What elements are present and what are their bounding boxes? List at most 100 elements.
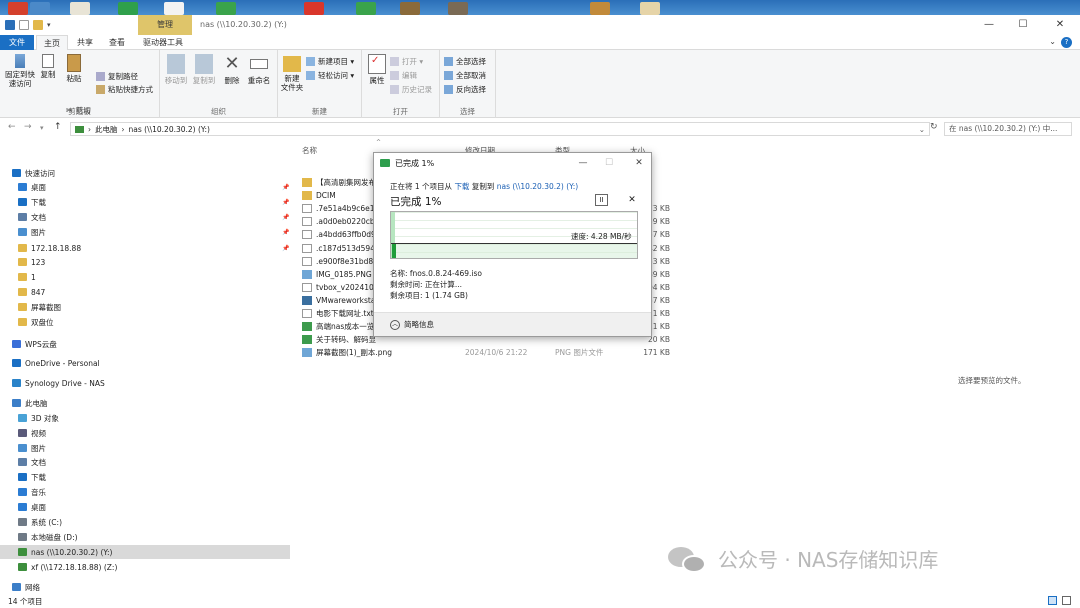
tab-manage[interactable]: 管理 — [138, 15, 192, 35]
forward-button[interactable]: → — [24, 122, 32, 132]
desktop-shortcut-icon[interactable] — [356, 2, 376, 15]
desktop-shortcut-icon[interactable] — [640, 2, 660, 15]
edit-button[interactable]: 编辑 — [390, 70, 417, 81]
easy-access-button[interactable]: 轻松访问 ▾ — [306, 70, 354, 81]
nav-item-icon — [18, 213, 27, 221]
dialog-minimize-button[interactable]: — — [572, 153, 594, 173]
desktop-shortcut-icon[interactable] — [8, 2, 28, 15]
rename-button[interactable]: 重命名 — [246, 54, 272, 85]
nav-item[interactable]: OneDrive - Personal — [0, 356, 290, 370]
destination-link[interactable]: nas (\\10.20.30.2) (Y:) — [497, 182, 578, 191]
up-button[interactable]: ↑ — [54, 122, 62, 132]
large-icons-view-icon[interactable] — [1062, 596, 1071, 605]
nav-item[interactable]: 172.18.18.88 📌 — [0, 241, 290, 255]
nav-item[interactable]: 下载 📌 — [0, 195, 290, 209]
nav-item[interactable]: 下载 — [0, 470, 290, 484]
nav-item[interactable]: 图片 📌 — [0, 225, 290, 239]
paste-button[interactable]: 粘贴 — [62, 54, 86, 83]
desktop-shortcut-icon[interactable] — [118, 2, 138, 15]
desktop-shortcut-icon[interactable] — [448, 2, 468, 15]
copy-button[interactable]: 复制 — [38, 54, 58, 79]
nav-item[interactable]: 桌面 📌 — [0, 180, 290, 194]
nav-item[interactable]: Synology Drive - NAS — [0, 376, 290, 390]
move-to-button[interactable]: 移动到 — [162, 54, 190, 85]
nav-item[interactable]: 快速访问 — [0, 166, 290, 180]
tab-share[interactable]: 共享 — [70, 35, 100, 50]
desktop-shortcut-icon[interactable] — [590, 2, 610, 15]
tab-file[interactable]: 文件 — [0, 35, 34, 50]
file-row[interactable]: 屏幕截图(1)_副本.png 2024/10/6 21:22 PNG 图片文件 171… — [300, 346, 680, 359]
nav-item[interactable]: 双盘位 — [0, 315, 290, 329]
breadcrumb-this-pc[interactable]: 此电脑 — [95, 124, 118, 135]
nav-item[interactable]: 此电脑 — [0, 396, 290, 410]
desktop-shortcut-icon[interactable] — [70, 2, 90, 15]
recent-locations-button[interactable]: ▾ — [40, 124, 44, 132]
nav-item[interactable]: 文档 📌 — [0, 210, 290, 224]
maximize-button[interactable]: ☐ — [1006, 15, 1040, 35]
tab-view[interactable]: 查看 — [102, 35, 132, 50]
nav-item[interactable]: 文档 — [0, 455, 290, 469]
new-item-button[interactable]: 新建项目 ▾ — [306, 56, 354, 67]
file-icon — [302, 217, 312, 227]
properties-button[interactable]: ✓ 属性 — [366, 54, 388, 85]
minimize-button[interactable]: — — [972, 15, 1006, 35]
address-dropdown-icon[interactable]: ⌄ — [919, 125, 925, 134]
source-link[interactable]: 下载 — [454, 182, 469, 191]
pin-quick-access-button[interactable]: 固定到快 速访问 — [4, 54, 36, 88]
nav-item[interactable]: 系统 (C:) — [0, 515, 290, 529]
search-input[interactable]: 在 nas (\\10.20.30.2) (Y:) 中... — [944, 122, 1072, 136]
nav-item[interactable]: 音乐 — [0, 485, 290, 499]
dialog-close-button[interactable]: ✕ — [628, 153, 650, 173]
nav-item[interactable]: 123 — [0, 255, 290, 269]
copy-to-button[interactable]: 复制到 — [190, 54, 218, 85]
nav-item[interactable]: 3D 对象 — [0, 411, 290, 425]
history-button[interactable]: 历史记录 — [390, 84, 432, 95]
qat-dropdown-icon[interactable]: ▾ — [47, 21, 51, 29]
tab-home[interactable]: 主页 — [36, 35, 68, 51]
pause-button[interactable]: II — [595, 194, 608, 206]
collapse-ribbon-icon[interactable]: ⌄ — [1049, 37, 1056, 46]
desktop-shortcut-icon[interactable] — [164, 2, 184, 15]
nav-item[interactable]: 屏幕截图 — [0, 300, 290, 314]
cancel-button[interactable]: ✕ — [626, 194, 638, 206]
close-button[interactable]: ✕ — [1043, 15, 1077, 35]
details-view-icon[interactable] — [1048, 596, 1057, 605]
column-header-name[interactable]: 名称 — [302, 145, 317, 156]
copy-path-button[interactable]: 复制路径 — [96, 71, 138, 82]
help-icon[interactable]: ? — [1061, 37, 1072, 48]
dialog-maximize-button[interactable]: ☐ — [598, 153, 620, 173]
paste-shortcut-button[interactable]: 粘贴快捷方式 — [96, 84, 153, 95]
nav-item[interactable]: 桌面 — [0, 500, 290, 514]
open-button[interactable]: 打开 ▾ — [390, 56, 423, 67]
nav-item[interactable]: 视频 — [0, 426, 290, 440]
new-folder-icon[interactable] — [33, 20, 43, 30]
select-none-button[interactable]: 全部取消 — [444, 70, 486, 81]
tab-drive-tools[interactable]: 驱动器工具 — [136, 35, 190, 50]
desktop-shortcut-icon[interactable] — [400, 2, 420, 15]
nav-item[interactable]: 本地磁盘 (D:) — [0, 530, 290, 544]
folder-icon — [283, 56, 301, 72]
nav-item-label: 图片 — [31, 443, 46, 453]
invert-selection-button[interactable]: 反向选择 — [444, 84, 486, 95]
nav-item[interactable]: 网络 — [0, 580, 290, 594]
nav-item[interactable]: 图片 — [0, 441, 290, 455]
nav-item[interactable]: WPS云盘 — [0, 337, 290, 351]
nav-item[interactable]: nas (\\10.20.30.2) (Y:) — [0, 545, 290, 559]
less-details-button[interactable]: ︿ 简略信息 — [390, 319, 434, 330]
invert-selection-icon — [444, 85, 453, 94]
desktop-shortcut-icon[interactable] — [304, 2, 324, 15]
refresh-icon[interactable]: ↻ — [930, 122, 938, 132]
address-bar[interactable]: › 此电脑 › nas (\\10.20.30.2) (Y:) ⌄ — [70, 122, 930, 136]
nav-item-label: 图片 — [31, 227, 46, 237]
delete-button[interactable]: ✕ 删除 — [222, 54, 242, 86]
back-button[interactable]: ← — [8, 122, 16, 132]
breadcrumb-nas-drive[interactable]: nas (\\10.20.30.2) (Y:) — [129, 125, 210, 134]
desktop-shortcut-icon[interactable] — [216, 2, 236, 15]
select-all-button[interactable]: 全部选择 — [444, 56, 486, 67]
nav-item[interactable]: xf (\\172.18.18.88) (Z:) — [0, 560, 290, 574]
nav-item[interactable]: 1 — [0, 270, 290, 284]
new-folder-button[interactable]: 新建 文件夹 — [280, 54, 304, 92]
nav-item[interactable]: 847 — [0, 285, 290, 299]
desktop-shortcut-icon[interactable] — [30, 2, 50, 15]
properties-icon[interactable] — [19, 20, 29, 30]
